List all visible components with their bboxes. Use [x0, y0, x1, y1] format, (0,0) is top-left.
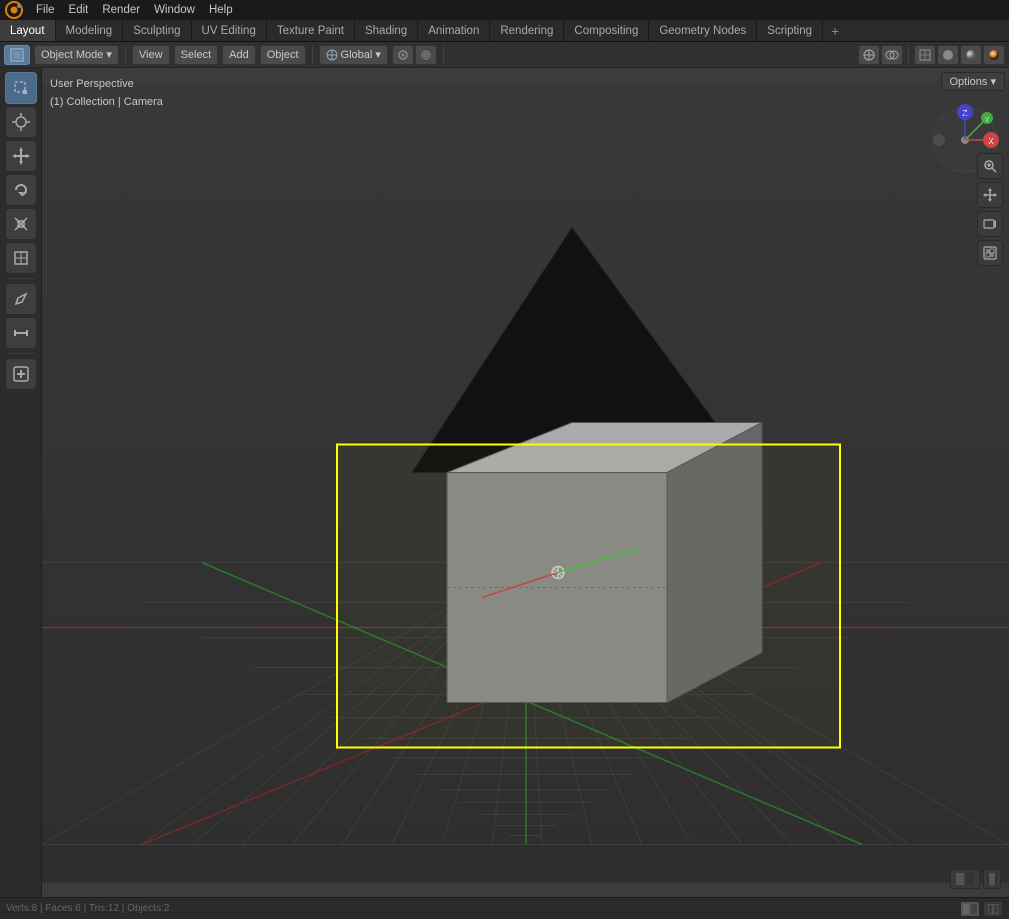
tab-modeling[interactable]: Modeling: [56, 20, 124, 41]
solid-mode[interactable]: [937, 45, 959, 65]
mode-selector[interactable]: Object Mode ▾: [34, 45, 119, 65]
tab-sculpting[interactable]: Sculpting: [123, 20, 191, 41]
select-box-tool[interactable]: [5, 72, 37, 104]
bottom-bar-icons: [960, 901, 1003, 917]
menu-window[interactable]: Window: [148, 2, 201, 18]
menu-render[interactable]: Render: [96, 2, 146, 18]
tab-texture-paint[interactable]: Texture Paint: [267, 20, 355, 41]
object-menu[interactable]: Object: [260, 45, 306, 65]
viewport-gizmos[interactable]: [858, 45, 880, 65]
bottom-bar: Verts:8 | Faces:6 | Tris:12 | Objects:2: [0, 897, 1009, 919]
tab-compositing[interactable]: Compositing: [564, 20, 649, 41]
pan-view-button[interactable]: [977, 182, 1003, 208]
toolbar-sep-2: [312, 46, 313, 64]
rendered-mode[interactable]: [983, 45, 1005, 65]
camera-view-button[interactable]: [977, 211, 1003, 237]
viewport-overlays-group: [858, 45, 903, 65]
wireframe-mode[interactable]: [914, 45, 936, 65]
slot1-button[interactable]: [950, 869, 980, 889]
proportional-edit[interactable]: [415, 45, 437, 65]
editor-type-button[interactable]: [960, 901, 980, 917]
material-preview[interactable]: [960, 45, 982, 65]
tab-shading[interactable]: Shading: [355, 20, 418, 41]
toolbar: Object Mode ▾ View Select Add Object Glo…: [0, 42, 1009, 68]
add-menu[interactable]: Add: [222, 45, 256, 65]
viewport-overlays[interactable]: [881, 45, 903, 65]
main-area: User Perspective (1) Collection | Camera…: [0, 68, 1009, 897]
workspace-tab-bar: Layout Modeling Sculpting UV Editing Tex…: [0, 20, 1009, 42]
viewport-right-tools: [977, 153, 1003, 266]
menu-help[interactable]: Help: [203, 2, 239, 18]
zoom-in-button[interactable]: [977, 153, 1003, 179]
app-logo: [4, 2, 24, 18]
menu-file[interactable]: File: [30, 2, 61, 18]
annotate-tool[interactable]: [5, 283, 37, 315]
snap-group: [392, 45, 437, 65]
transform-tool[interactable]: [5, 242, 37, 274]
cursor-tool[interactable]: [5, 106, 37, 138]
toolbar-sep-1: [125, 46, 126, 64]
snap-to-toggle[interactable]: [392, 45, 414, 65]
3d-viewport[interactable]: User Perspective (1) Collection | Camera…: [42, 68, 1009, 897]
transform-orientation[interactable]: Global ▾: [319, 45, 388, 65]
add-object-tool[interactable]: [5, 358, 37, 390]
move-tool[interactable]: [5, 140, 37, 172]
view-menu[interactable]: View: [132, 45, 170, 65]
tab-scripting[interactable]: Scripting: [757, 20, 823, 41]
rotate-tool[interactable]: [5, 174, 37, 206]
select-menu[interactable]: Select: [174, 45, 219, 65]
left-toolbar: [0, 68, 42, 897]
left-tool-sep-2: [7, 353, 35, 354]
status-text: Verts:8 | Faces:6 | Tris:12 | Objects:2: [6, 903, 169, 914]
measure-tool[interactable]: [5, 317, 37, 349]
tab-rendering[interactable]: Rendering: [490, 20, 564, 41]
toolbar-sep-3: [443, 46, 444, 64]
top-menu-bar: File Edit Render Window Help: [0, 0, 1009, 20]
tab-geometry-nodes[interactable]: Geometry Nodes: [649, 20, 757, 41]
split-view-button[interactable]: [983, 901, 1003, 917]
shading-modes: [914, 45, 1005, 65]
options-button[interactable]: Options ▾: [941, 72, 1006, 91]
tab-uv-editing[interactable]: UV Editing: [192, 20, 267, 41]
add-workspace-button[interactable]: +: [823, 20, 847, 41]
svg-text:X: X: [988, 137, 994, 146]
render-slot-area: [950, 869, 1001, 889]
left-tool-sep-1: [7, 278, 35, 279]
slot2-button[interactable]: [983, 869, 1001, 889]
viewport-display-button[interactable]: [977, 240, 1003, 266]
toolbar-sep-4: [908, 46, 909, 64]
tab-animation[interactable]: Animation: [418, 20, 490, 41]
mode-icon[interactable]: [4, 45, 30, 65]
scale-tool[interactable]: [5, 208, 37, 240]
menu-edit[interactable]: Edit: [63, 2, 95, 18]
viewport-options-area: Options ▾: [941, 72, 1006, 91]
tab-layout[interactable]: Layout: [0, 20, 56, 41]
